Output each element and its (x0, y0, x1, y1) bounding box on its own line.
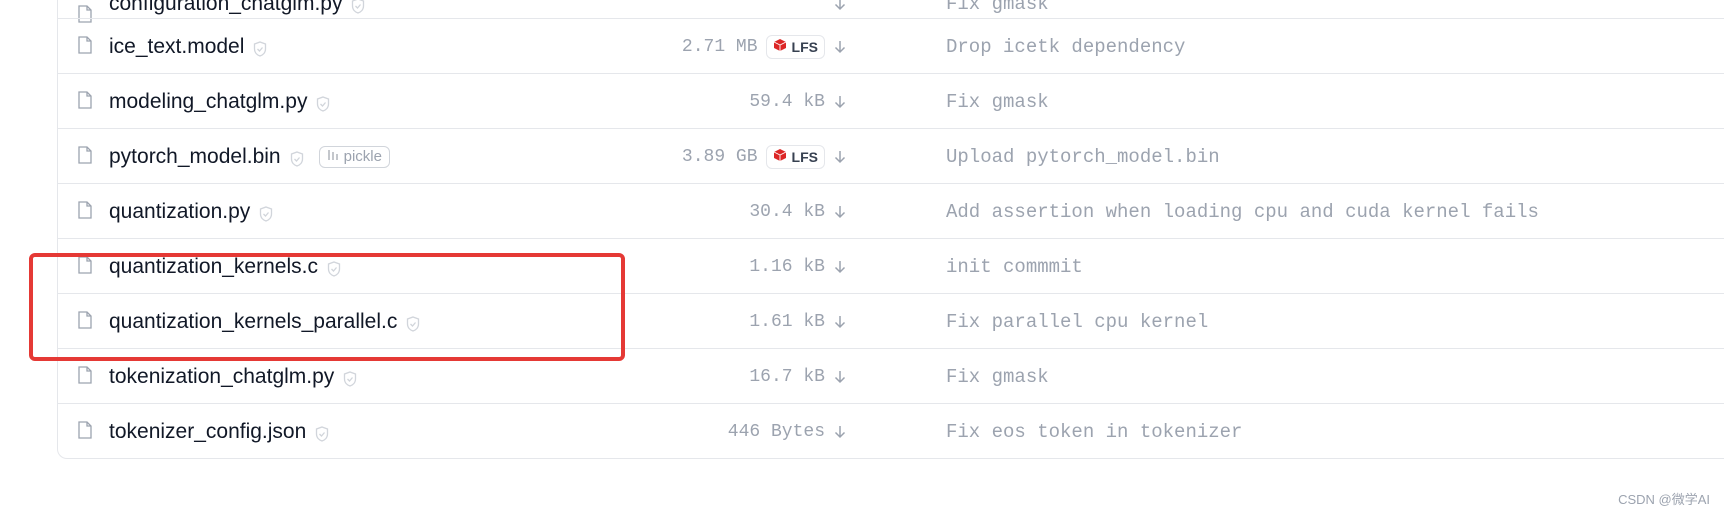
file-name-link[interactable]: quantization_kernels_parallel.c (109, 310, 397, 334)
file-size-cell[interactable]: 1.16 kB (749, 239, 847, 294)
download-icon[interactable] (833, 258, 847, 276)
file-size-cell[interactable]: 1.61 kB (749, 294, 847, 349)
download-icon[interactable] (833, 203, 847, 221)
file-name-cell: pytorch_model.bin pickle (109, 129, 390, 184)
safe-check-icon (253, 39, 267, 57)
file-row[interactable]: modeling_chatglm.py 59.4 kB Fix gmask (58, 73, 1724, 128)
file-icon (78, 421, 92, 439)
safe-check-icon (343, 369, 357, 387)
file-size: 3.89 GB (681, 146, 758, 167)
download-icon[interactable] (833, 423, 847, 441)
file-icon (78, 36, 92, 54)
download-icon[interactable] (833, 148, 847, 166)
file-name-link[interactable]: tokenizer_config.json (109, 420, 306, 444)
file-row[interactable]: quantization_kernels_parallel.c 1.61 kB Fi… (58, 293, 1724, 348)
file-name-cell: quantization.py (109, 184, 273, 239)
file-row[interactable]: ice_text.model 2.71 MB LFS Drop icetk depen… (58, 18, 1724, 73)
safe-check-icon (316, 94, 330, 112)
pickle-icon (327, 148, 339, 165)
file-size: 446 Bytes (727, 421, 825, 442)
commit-message[interactable]: Fix gmask (946, 349, 1049, 404)
lfs-label: LFS (791, 148, 818, 165)
lfs-badge: LFS (765, 144, 825, 169)
file-size: 1.61 kB (749, 311, 825, 332)
file-row[interactable]: tokenization_chatglm.py 16.7 kB Fix gmask (58, 348, 1724, 403)
file-name-cell: quantization_kernels.c (109, 239, 341, 294)
safe-check-icon (406, 314, 420, 332)
file-name-link[interactable]: quantization.py (109, 200, 250, 224)
file-row[interactable]: configuration_chatglm.py Fix gmask (58, 0, 1724, 23)
commit-message[interactable]: Fix parallel cpu kernel (946, 294, 1208, 349)
safe-check-icon (315, 424, 329, 442)
download-icon[interactable] (833, 368, 847, 386)
file-name-link[interactable]: modeling_chatglm.py (109, 90, 307, 114)
file-row[interactable]: pytorch_model.bin pickle 3.89 GB LFS Upload … (58, 128, 1724, 183)
commit-message[interactable]: Fix gmask (946, 74, 1049, 129)
file-size-cell[interactable]: 30.4 kB (749, 184, 847, 239)
file-icon (78, 366, 92, 384)
watermark: CSDN @微学AI (1618, 492, 1710, 507)
file-row[interactable]: quantization.py 30.4 kB Add assertion when… (58, 183, 1724, 238)
file-size-cell[interactable]: 3.89 GB LFS (682, 129, 847, 184)
file-size: 59.4 kB (749, 91, 825, 112)
file-size: 30.4 kB (749, 201, 825, 222)
download-icon[interactable] (833, 38, 847, 56)
file-name-cell: ice_text.model (109, 19, 267, 74)
file-size: 16.7 kB (749, 366, 825, 387)
safe-check-icon (327, 259, 341, 277)
lfs-icon (773, 38, 787, 55)
file-name-cell: tokenization_chatglm.py (109, 349, 357, 404)
commit-message[interactable]: Add assertion when loading cpu and cuda … (946, 184, 1539, 239)
download-icon[interactable] (833, 0, 847, 13)
safe-check-icon (290, 149, 304, 167)
file-size-cell[interactable]: 16.7 kB (749, 349, 847, 404)
lfs-icon (773, 148, 787, 165)
file-icon (78, 91, 92, 109)
download-icon[interactable] (833, 93, 847, 111)
file-name-cell: modeling_chatglm.py (109, 74, 330, 129)
file-icon (78, 256, 92, 274)
file-icon (78, 201, 92, 219)
commit-message[interactable]: Drop icetk dependency (946, 19, 1185, 74)
safe-check-icon (259, 204, 273, 222)
file-size: 2.71 MB (681, 36, 758, 57)
file-row[interactable]: quantization_kernels.c 1.16 kB init commmi… (58, 238, 1724, 293)
file-icon (78, 146, 92, 164)
lfs-badge: LFS (765, 34, 825, 59)
file-name-link[interactable]: configuration_chatglm.py (109, 0, 342, 16)
file-name-link[interactable]: tokenization_chatglm.py (109, 365, 334, 389)
file-list: configuration_chatglm.py Fix gmask ice_tex… (57, 0, 1724, 459)
file-size-cell[interactable]: 2.71 MB LFS (682, 19, 847, 74)
file-name-cell: tokenizer_config.json (109, 404, 329, 459)
lfs-label: LFS (791, 38, 818, 55)
safe-check-icon (351, 0, 365, 14)
file-name-link[interactable]: ice_text.model (109, 35, 244, 59)
file-size-cell[interactable]: 446 Bytes (728, 404, 847, 459)
file-name-link[interactable]: pytorch_model.bin (109, 145, 281, 169)
file-size: 1.16 kB (749, 256, 825, 277)
pickle-badge[interactable]: pickle (318, 145, 390, 168)
commit-message[interactable]: Fix eos token in tokenizer (946, 404, 1242, 459)
file-row[interactable]: tokenizer_config.json 446 Bytes Fix eos to… (58, 403, 1724, 458)
file-name-link[interactable]: quantization_kernels.c (109, 255, 318, 279)
file-size-cell[interactable]: 59.4 kB (749, 74, 847, 129)
commit-message[interactable]: Upload pytorch_model.bin (946, 129, 1220, 184)
download-icon[interactable] (833, 313, 847, 331)
pickle-label: pickle (343, 148, 382, 165)
file-icon (78, 311, 92, 329)
commit-message[interactable]: init commmit (946, 239, 1083, 294)
file-name-cell: quantization_kernels_parallel.c (109, 294, 420, 349)
